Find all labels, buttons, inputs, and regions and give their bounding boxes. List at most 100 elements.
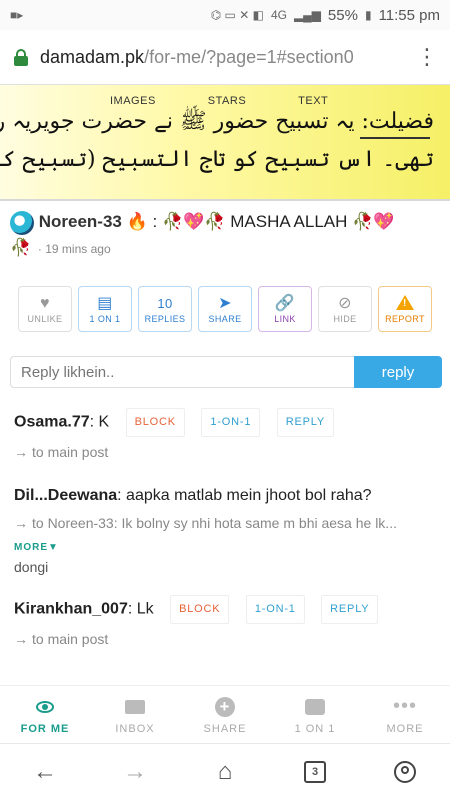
replies-count: 10 [157, 296, 173, 311]
dots-icon: ••• [392, 695, 417, 717]
url-path: /for-me/?page=1#section0 [144, 46, 354, 67]
comment-text: K [98, 413, 110, 431]
rose-icon: 🥀 [161, 212, 184, 231]
tabs-button[interactable]: 3 [295, 752, 335, 792]
signal-icon: ▂▄▆ [293, 8, 321, 22]
browser-toolbar: ← → ⌂ 3 [0, 743, 450, 800]
envelope-icon [125, 699, 145, 714]
rose-icon: 🥀 [10, 238, 32, 257]
network-type: 4G [270, 8, 287, 22]
rose-icon: 🥀 [204, 212, 226, 231]
url-host: damadam.pk [40, 46, 145, 67]
post-actions: ♥ UNLIKE ▤ 1 ON 1 10 REPLIES ➤ SHARE 🔗 L… [0, 262, 450, 332]
urdu-text-line-2: تھی۔ اس تسبیح کو تاج التسبیح (تسبیح کا س… [0, 147, 434, 172]
reply-link[interactable]: REPLY [276, 408, 334, 437]
nav-label: SHARE [203, 722, 247, 735]
share-label: SHARE [208, 314, 242, 324]
block-button[interactable]: BLOCK [170, 595, 230, 624]
one-on-one-button[interactable]: ▤ 1 ON 1 [78, 286, 132, 332]
nav-label: FOR ME [20, 722, 70, 735]
fire-icon: 🔥 [126, 212, 148, 231]
battery-percent: 55% [327, 6, 358, 24]
arrow-right-icon: → [14, 444, 28, 460]
url-bar[interactable]: damadam.pk/for-me/?page=1#section0 ⋮ [0, 30, 450, 85]
nav-inbox[interactable]: INBOX [90, 686, 180, 743]
video-icon: ■▸ [10, 8, 24, 22]
status-bar: ■▸ ⌬ ▭ ✕ ◧ 4G ▂▄▆ 55% ▮ 11:55 pm [0, 0, 450, 30]
link-label: LINK [274, 314, 296, 324]
post: Noreen-33 🔥 : 🥀💖🥀 MASHA ALLAH 🥀💖 🥀 · 19 … [0, 201, 450, 262]
home-icon[interactable]: ⌂ [205, 752, 245, 792]
url-text[interactable]: damadam.pk/for-me/?page=1#section0 [40, 47, 416, 68]
comment: Osama.77: K BLOCK 1-ON-1 REPLY → to main … [14, 388, 436, 463]
send-icon: ➤ [218, 295, 232, 312]
share-button[interactable]: ➤ SHARE [198, 286, 252, 332]
back-arrow-icon[interactable]: ← [25, 752, 65, 792]
one-on-one-link[interactable]: 1-ON-1 [201, 408, 261, 437]
report-label: REPORT [385, 313, 425, 324]
browser-menu-icon[interactable]: ⋮ [416, 46, 438, 68]
lock-icon [14, 48, 28, 66]
avatar[interactable] [10, 210, 34, 235]
forward-arrow-icon[interactable]: → [115, 752, 155, 792]
hide-label: HIDE [333, 314, 357, 324]
more-label: MORE [14, 542, 48, 553]
link-icon: 🔗 [274, 295, 296, 312]
replies-label: REPLIES [144, 314, 186, 324]
comment: Dil...Deewana: aapka matlab mein jhoot b… [14, 463, 436, 575]
tabs-count: 3 [304, 761, 326, 783]
text-tab: TEXT [298, 95, 329, 107]
report-button[interactable]: ! REPORT [378, 286, 432, 332]
bottom-nav: FOR ME INBOX + SHARE 1 ON 1 ••• MORE [0, 685, 450, 743]
more-link[interactable]: MORE▼ [14, 542, 59, 553]
comment-author[interactable]: Kirankhan_007 [14, 601, 128, 618]
comment-text: aapka matlab mein jhoot bol raha? [126, 487, 372, 504]
clock: 11:55 pm [378, 6, 440, 24]
comment-context-text: to Noreen-33: Ik bolny sy nhi hota same … [32, 515, 397, 531]
nav-share[interactable]: + SHARE [180, 686, 270, 743]
comment-context[interactable]: → to main post [14, 628, 436, 650]
reply-link[interactable]: REPLY [321, 595, 379, 624]
nav-for-me[interactable]: FOR ME [0, 686, 90, 743]
plus-circle-icon: + [215, 696, 235, 717]
unlike-button[interactable]: ♥ UNLIKE [18, 286, 72, 332]
unlike-label: UNLIKE [27, 314, 63, 324]
nav-more[interactable]: ••• MORE [360, 686, 450, 743]
warning-icon: ! [396, 294, 414, 310]
stars-tab: STARS [207, 95, 247, 107]
replies-button[interactable]: 10 REPLIES [138, 286, 192, 332]
battery-icon: ▮ [364, 8, 372, 22]
image-overlay-tabs: IMAGES STARS TEXT [110, 95, 328, 107]
hide-button[interactable]: ⊘ HIDE [318, 286, 372, 332]
nav-one-on-one[interactable]: 1 ON 1 [270, 686, 360, 743]
one-on-one-link[interactable]: 1-ON-1 [245, 595, 305, 624]
comment: Kirankhan_007: Lk BLOCK 1-ON-1 REPLY → to… [14, 575, 436, 650]
heart-icon: 💖 [183, 212, 205, 231]
arrow-right-icon: → [14, 631, 28, 647]
post-image[interactable]: IMAGES STARS TEXT فضیلت: یہ تسبیح حضور ﷺ… [0, 85, 450, 201]
comment-author[interactable]: Dil...Deewana [14, 487, 117, 504]
reply-form: reply [10, 356, 442, 388]
message-icon: ▤ [97, 295, 113, 312]
comment-context[interactable]: → to Noreen-33: Ik bolny sy nhi hota same… [14, 512, 436, 559]
comment-text: Lk [136, 600, 154, 618]
account-icon[interactable] [385, 752, 425, 792]
post-header: Noreen-33 🔥 : 🥀💖🥀 MASHA ALLAH 🥀💖 🥀 · 19 … [10, 209, 440, 262]
urdu-text-line-1: فضیلت: یہ تسبیح حضور ﷺ نے حضرت جویریہ رض… [0, 109, 434, 134]
link-button[interactable]: 🔗 LINK [258, 286, 312, 332]
comment-extra-text: dongi [14, 559, 49, 575]
comment-context[interactable]: → to main post [14, 441, 436, 463]
one-on-one-label: 1 ON 1 [89, 314, 121, 324]
reply-input[interactable] [10, 356, 354, 388]
block-button[interactable]: BLOCK [125, 408, 185, 437]
comment-author[interactable]: Osama.77 [14, 414, 90, 431]
comment-context-text: to main post [32, 444, 109, 460]
comment-context-text: to main post [32, 631, 109, 647]
chat-icon [305, 698, 325, 715]
eye-icon [36, 700, 54, 713]
post-text: MASHA ALLAH [230, 212, 348, 231]
heart-icon: 💖 [373, 212, 395, 231]
heart-icon: ♥ [40, 295, 50, 312]
poster-name[interactable]: Noreen-33 [39, 212, 122, 231]
reply-button[interactable]: reply [354, 356, 442, 388]
